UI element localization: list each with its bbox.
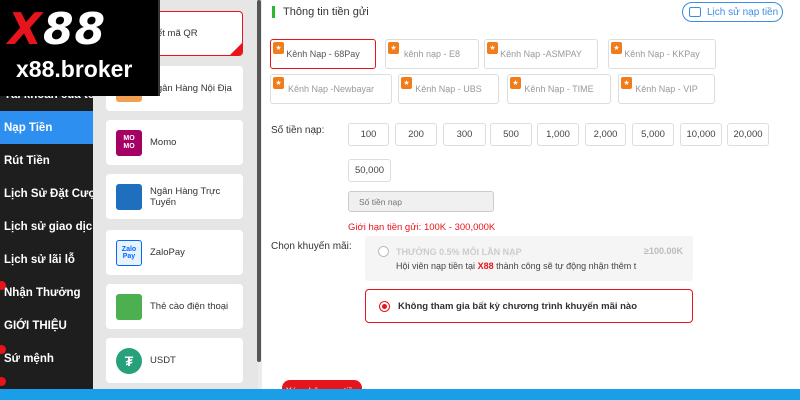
amount-chip[interactable]: 10,000	[680, 123, 722, 146]
amount-chip[interactable]: 50,000	[348, 159, 391, 182]
sidebar-item-introduction[interactable]: GIỚI THIỆU	[0, 309, 93, 342]
channel-e8[interactable]: ★ kênh nạp - E8	[385, 39, 479, 69]
online-bank-icon	[116, 183, 142, 210]
method-zalopay[interactable]: Zalo Pay ZaloPay	[106, 230, 243, 275]
usdt-icon: ₮	[116, 347, 142, 374]
amount-chip[interactable]: 20,000	[727, 123, 769, 146]
amount-label: Số tiền nạp:	[271, 125, 325, 136]
promo-flag-icon: ★	[487, 42, 498, 54]
selected-corner-icon	[230, 43, 242, 55]
brand-logo[interactable]: X88 x88.broker	[0, 0, 160, 96]
logo-wordmark: X88	[8, 4, 107, 55]
channel-68pay[interactable]: ★ Kênh Nạp - 68Pay	[270, 39, 376, 69]
amount-chip[interactable]: 200	[395, 123, 437, 146]
section-title: Thông tin tiền gửi	[272, 6, 369, 18]
promo-amount: ≥100.00K	[644, 246, 683, 256]
logo-domain: x88.broker	[16, 56, 133, 82]
sidebar-item-withdraw[interactable]: Rút Tiền	[0, 144, 93, 177]
promo-radio[interactable]	[378, 246, 389, 257]
promo-description: Hội viên nạp tiền tại X88 thành công sẽ …	[396, 261, 637, 271]
promo-label: Chọn khuyến mãi:	[271, 241, 352, 252]
amount-chip[interactable]: 500	[490, 123, 532, 146]
deposit-panel: Thông tin tiền gửi Lịch sử nạp tiền ★ Kên…	[262, 0, 800, 400]
amount-input[interactable]	[348, 191, 494, 212]
method-label: Ngân Hàng Nội Địa	[150, 83, 232, 94]
amount-chip[interactable]: 100	[348, 123, 389, 146]
method-label: Momo	[150, 137, 177, 148]
zalopay-icon: Zalo Pay	[116, 239, 142, 266]
method-usdt[interactable]: ₮ USDT	[106, 338, 243, 383]
promo-flag-icon: ★	[273, 77, 284, 89]
methods-scrollbar[interactable]	[257, 0, 261, 362]
history-icon	[689, 7, 701, 17]
amount-chip[interactable]: 300	[443, 123, 486, 146]
promo-radio-selected[interactable]	[379, 301, 390, 312]
channel-kkpay[interactable]: ★ Kênh Nạp - KKPay	[608, 39, 716, 69]
sidebar-item-bet-history[interactable]: Lịch Sử Đặt Cược	[0, 177, 93, 210]
sidebar-item-transaction-history[interactable]: Lịch sử giao dịch	[0, 210, 93, 243]
promo-flag-icon: ★	[401, 77, 412, 89]
promo-flag-icon: ★	[621, 77, 632, 89]
notification-dot	[0, 377, 6, 386]
amount-chip[interactable]: 2,000	[585, 123, 626, 146]
deposit-limit-text: Giới hạn tiền gửi: 100K - 300,000K	[348, 222, 496, 233]
sidebar-item-deposit[interactable]: Nạp Tiền	[0, 111, 93, 144]
method-label: ZaloPay	[150, 247, 185, 258]
promo-option-bonus[interactable]: THƯỞNG 0.5% MỖI LẦN NẠP ≥100.00K Hội viê…	[365, 236, 693, 281]
channel-newbayar[interactable]: ★ Kênh Nạp -Newbayar	[270, 74, 392, 104]
bottom-bar	[0, 389, 800, 400]
phone-card-icon	[116, 293, 142, 320]
channel-ubs[interactable]: ★ Kênh Nạp - UBS	[398, 74, 499, 104]
promo-flag-icon: ★	[273, 42, 284, 54]
promo-flag-icon: ★	[611, 42, 622, 54]
method-label: USDT	[150, 355, 176, 366]
channel-asmpay[interactable]: ★ Kênh Nạp -ASMPAY	[484, 39, 598, 69]
method-momo[interactable]: MO MO Momo	[106, 120, 243, 165]
method-phone-card[interactable]: Thẻ cào điện thoại	[106, 284, 243, 329]
amount-chip[interactable]: 1,000	[537, 123, 579, 146]
sidebar-item-rewards[interactable]: Nhận Thưởng	[0, 276, 93, 309]
promo-none-label: Không tham gia bất kỳ chương trình khuyế…	[398, 301, 638, 312]
deposit-history-button[interactable]: Lịch sử nạp tiền	[682, 2, 783, 22]
channel-time[interactable]: ★ Kênh Nạp - TIME	[507, 74, 611, 104]
method-label: Thẻ cào điện thoại	[150, 301, 229, 312]
method-online-bank[interactable]: Ngân Hàng Trực Tuyến	[106, 174, 243, 219]
sidebar-item-mission[interactable]: Sứ mệnh	[0, 342, 93, 375]
channel-vip[interactable]: ★ Kênh Nạp - VIP	[618, 74, 715, 104]
method-label: Ngân Hàng Trực Tuyến	[150, 185, 221, 208]
promo-option-none[interactable]: Không tham gia bất kỳ chương trình khuyế…	[365, 289, 693, 323]
promo-flag-icon: ★	[510, 77, 521, 89]
momo-icon: MO MO	[116, 129, 142, 156]
sidebar-item-profit-history[interactable]: Lịch sử lãi lỗ	[0, 243, 93, 276]
promo-flag-icon: ★	[388, 42, 399, 54]
method-label: ết mã QR	[157, 28, 198, 39]
promo-title: THƯỞNG 0.5% MỖI LẦN NẠP	[396, 247, 522, 257]
amount-chip[interactable]: 5,000	[632, 123, 674, 146]
